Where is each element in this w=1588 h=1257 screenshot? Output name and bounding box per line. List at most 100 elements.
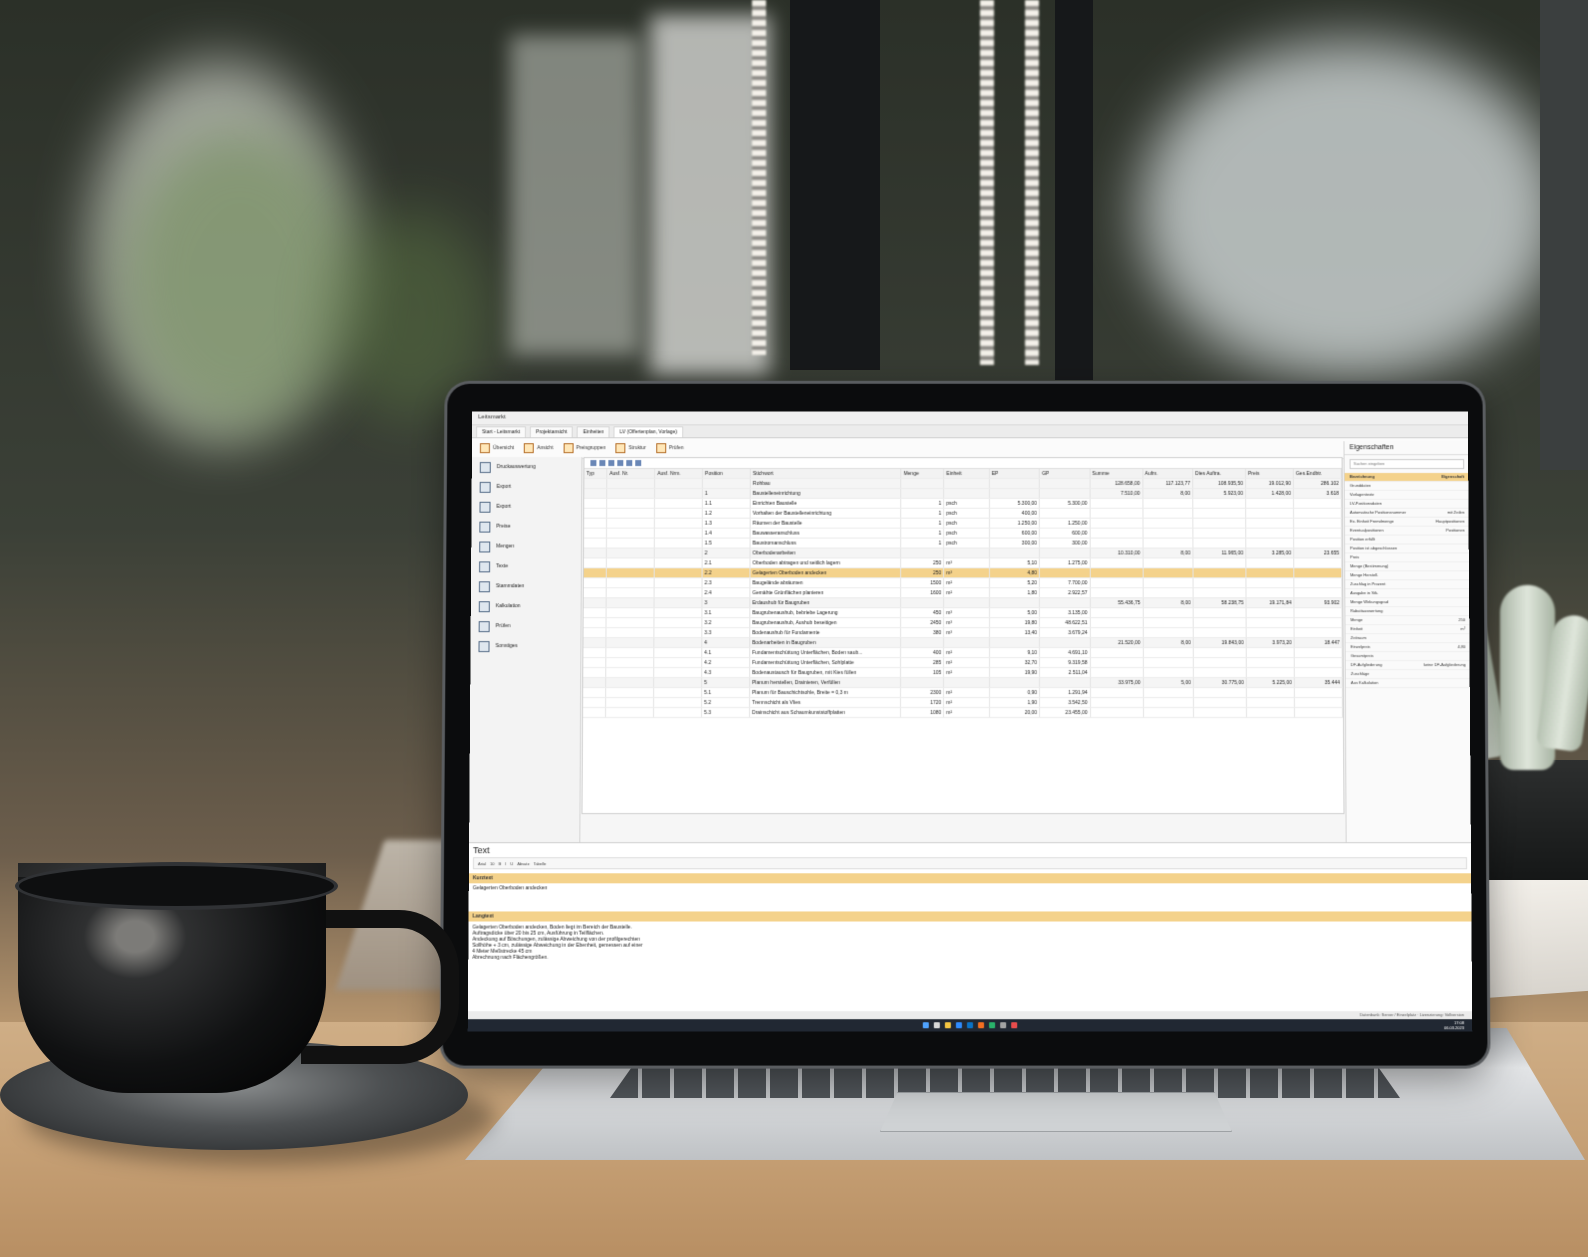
overview-button[interactable]: Übersicht: [479, 443, 514, 454]
table-row[interactable]: 1.4 Bauwasseranschluss 1 psch 600,00 600,00: [584, 528, 1342, 539]
undo-icon[interactable]: [617, 460, 624, 467]
check-button[interactable]: Prüfen: [656, 443, 684, 454]
italic-button[interactable]: I: [505, 861, 506, 866]
table-row[interactable]: 4.3 Bodenaustausch für Baugruben, mit Kie…: [583, 667, 1343, 678]
table-row[interactable]: 2.4 Gemähte Grünflächen planieren 1600 m² 1,…: [583, 587, 1342, 598]
table-header-1[interactable]: Ausf. Nr.: [606, 469, 655, 479]
underline-button[interactable]: U: [510, 861, 513, 866]
font-selector[interactable]: Arial: [478, 861, 486, 866]
table-row[interactable]: 1.3 Räumen der Baustelle 1 psch 1.250,00 1.25…: [584, 518, 1342, 529]
nav-stammdaten[interactable]: Stammdaten: [471, 576, 581, 596]
property-row[interactable]: Zuschläge: [1345, 670, 1471, 680]
property-row[interactable]: LV-Positionsdaten: [1344, 499, 1470, 509]
property-row[interactable]: Position ist abgeschlossen: [1345, 544, 1470, 554]
tab-start[interactable]: Start - Leitsmarkt: [476, 426, 526, 438]
table-header-8[interactable]: GP: [1039, 469, 1090, 479]
app-icon[interactable]: [978, 1022, 985, 1029]
store-icon[interactable]: [1011, 1022, 1018, 1029]
nav-texte[interactable]: Texte: [471, 556, 581, 576]
property-row[interactable]: DF-Aufgliederung keine DF-Aufgliederung: [1345, 661, 1471, 671]
windows-start-icon[interactable]: [922, 1022, 929, 1029]
nav-kalkulation[interactable]: Kalkulation: [471, 596, 581, 616]
table-row[interactable]: 3 Erdaushub für Baugruben 55.436,75 8,00 58.…: [583, 597, 1342, 608]
table-row[interactable]: 1.1 Einrichten Baustelle 1 psch 5.300,00 5.30…: [584, 498, 1342, 509]
folder-icon[interactable]: [944, 1022, 951, 1029]
property-row[interactable]: Menge Wirkungsgrad: [1345, 598, 1471, 608]
nav-pruefen[interactable]: Prüfen: [471, 616, 581, 636]
property-row[interactable]: Automatische Positionsnummer mit Zeilen: [1344, 508, 1470, 518]
property-row[interactable]: Vorlagentexte: [1344, 490, 1470, 500]
properties-search-input[interactable]: Suchen eingeben: [1349, 459, 1465, 470]
property-row[interactable]: Eventualpositionen Positionen: [1344, 526, 1470, 536]
table-row[interactable]: 2.2 Gelagerten Oberboden andecken 250 m³ 4,8…: [583, 567, 1342, 578]
table-header-0[interactable]: Typ: [584, 469, 608, 479]
table-header-3[interactable]: Position: [702, 469, 751, 479]
property-row[interactable]: Einzelpreis 4,80: [1345, 643, 1471, 653]
table-header-6[interactable]: Einheit: [943, 469, 990, 479]
nav-export-2[interactable]: Export: [471, 497, 581, 517]
table-header-9[interactable]: Summe: [1089, 469, 1143, 479]
property-row[interactable]: Menge Herstell.: [1345, 571, 1470, 581]
settings-icon[interactable]: [1000, 1022, 1007, 1029]
table-row[interactable]: 5 Planum herstellen, Drainieren, Verfülle…: [583, 677, 1343, 688]
table-row[interactable]: 2.3 Baugelände abräumen 1500 m² 5,20 7.700,00: [583, 577, 1342, 588]
table-header-2[interactable]: Ausf. Nrm.: [654, 469, 703, 479]
nav-export-1[interactable]: Export: [472, 477, 582, 497]
property-row[interactable]: Ausgabe in Stk.: [1345, 589, 1471, 599]
property-row[interactable]: Menge (Bestimmung): [1345, 562, 1470, 572]
price-groups-button[interactable]: Preisgruppen: [563, 443, 606, 454]
table-row[interactable]: 1.2 Vorhalten der Baustelleneinrichtung 1 p…: [584, 508, 1342, 519]
browser-icon[interactable]: [955, 1022, 962, 1029]
nav-druckauswertung[interactable]: Druckauswertung: [472, 457, 582, 477]
structure-button[interactable]: Struktur: [615, 443, 646, 454]
table-row[interactable]: 4 Bodenarbeiten in Baugruben 21.520,00 8,00…: [583, 637, 1343, 648]
table-row[interactable]: 3.2 Baugrubenaushub, Aushub beseitigen 245…: [583, 617, 1342, 628]
property-row[interactable]: Zuschlag in Prozent: [1345, 580, 1471, 590]
table-row[interactable]: 4.1 Fundamentschüttung Unterflächen, Bode…: [583, 647, 1343, 658]
bold-button[interactable]: B: [498, 861, 501, 866]
short-text-content[interactable]: Gelagerten Oberboden andecken: [469, 883, 1472, 893]
font-size-selector[interactable]: 10: [490, 861, 494, 866]
property-row[interactable]: Gesamtpreis: [1345, 652, 1471, 662]
paste-icon[interactable]: [608, 460, 615, 467]
long-text-content[interactable]: Gelagerten Oberboden andecken, Boden lie…: [468, 922, 1472, 964]
table-row[interactable]: 2.1 Oberboden abtragen und seitlich lager…: [583, 557, 1342, 568]
table-row[interactable]: 5.1 Planum für Bauschichtsohle, Breite = …: [583, 687, 1343, 698]
tab-project-view[interactable]: Projektansicht: [529, 426, 574, 438]
sort-icon[interactable]: [635, 460, 642, 467]
table-row[interactable]: Rohbau 128.658,00 117.123,77 108.935,50 19.0…: [584, 478, 1342, 489]
property-row[interactable]: Bezeichnung Eigenschaft: [1344, 472, 1470, 482]
table-header-13[interactable]: Ges.Endbtr.: [1293, 469, 1342, 479]
nav-preise[interactable]: Preise: [471, 517, 581, 537]
property-row[interactable]: Preis: [1345, 553, 1470, 563]
property-row[interactable]: Aus Kalkulation: [1345, 679, 1471, 689]
calendar-icon[interactable]: [989, 1022, 996, 1029]
property-row[interactable]: Rabattauswertung: [1345, 607, 1471, 617]
table-header-5[interactable]: Menge: [901, 469, 944, 479]
view-button[interactable]: Ansicht: [523, 443, 553, 454]
mail-icon[interactable]: [966, 1022, 974, 1029]
search-icon[interactable]: [933, 1022, 940, 1029]
new-icon[interactable]: [590, 460, 597, 467]
table-header-12[interactable]: Preis: [1245, 469, 1294, 479]
table-header-10[interactable]: Aufm.: [1142, 469, 1193, 479]
table-header-7[interactable]: EP: [989, 469, 1040, 479]
tab-units[interactable]: Einheiten: [577, 426, 610, 438]
table-button[interactable]: Tabelle: [533, 861, 546, 866]
table-row[interactable]: 5.2 Trennschicht als Vlies 1720 m² 1,90 3.542…: [583, 697, 1343, 708]
table-header-4[interactable]: Stichwort: [750, 469, 902, 479]
property-row[interactable]: Grunddaten: [1344, 481, 1470, 491]
property-row[interactable]: Menge 250: [1345, 616, 1471, 626]
property-row[interactable]: Einheit m³: [1345, 625, 1471, 635]
paragraph-button[interactable]: Absatz: [517, 861, 529, 866]
nav-sonstiges[interactable]: Sonstiges: [470, 636, 580, 656]
table-row[interactable]: 4.2 Fundamentschüttung Unterflächen, Sohl…: [583, 657, 1343, 668]
nav-mengen[interactable]: Mengen: [471, 537, 581, 557]
property-row[interactable]: Position erfüllt: [1344, 535, 1470, 545]
table-row[interactable]: 1.5 Baustromanschluss 1 psch 300,00 300,00: [583, 538, 1342, 548]
property-row[interactable]: Ex. Einheit Fremdmenge Hauptpositionen: [1344, 517, 1470, 527]
table-row[interactable]: 1 Baustelleneinrichtung 7.510,00 8,00 5.923,…: [584, 488, 1342, 499]
table-row[interactable]: 2 Oberbodenarbeiten 10.310,00 8,00 11.965,00…: [583, 547, 1342, 558]
table-header-11[interactable]: Dies Auftra.: [1192, 469, 1246, 479]
table-row[interactable]: 5.3 Drainschicht aus Schaumkunststoffplat…: [583, 707, 1343, 718]
